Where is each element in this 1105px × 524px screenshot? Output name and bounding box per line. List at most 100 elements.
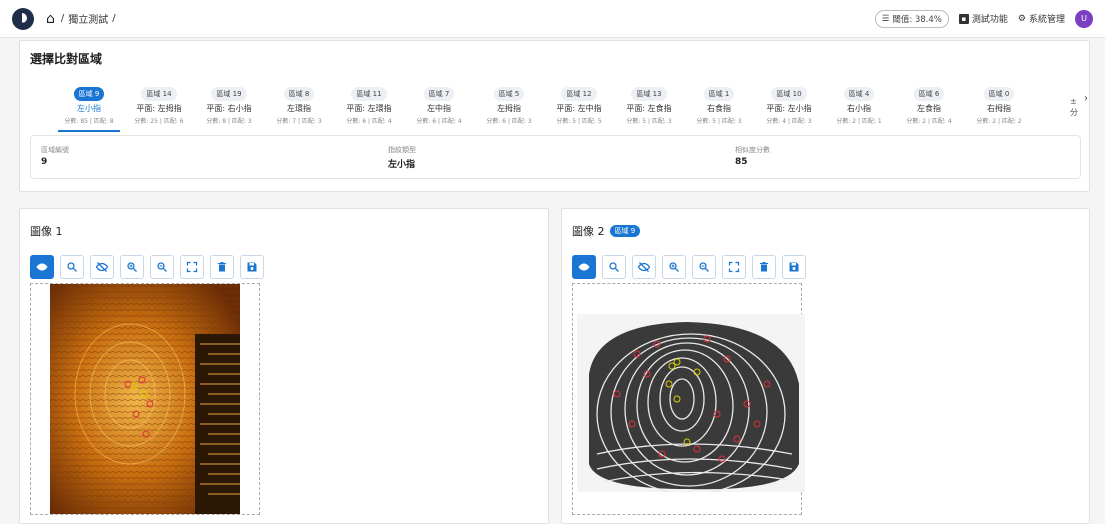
- fullscreen-button[interactable]: [180, 255, 204, 279]
- zoom-search-icon: [66, 261, 78, 273]
- region-tab[interactable]: 區域 0 右拇指 分數: 2 | 匹配: 2: [964, 81, 1034, 131]
- delete-button[interactable]: [210, 255, 234, 279]
- eye-off-icon: [96, 261, 108, 273]
- region-tab[interactable]: 區域 4 右小指 分數: 2 | 匹配: 1: [824, 81, 894, 131]
- region-chip: 區域 13: [631, 87, 667, 101]
- region-score: 分數: 2 | 匹配: 4: [906, 117, 952, 125]
- tab-overflow-text: ± 分: [1070, 97, 1078, 118]
- zoom-out-icon: [698, 261, 710, 273]
- app-logo[interactable]: [12, 7, 34, 30]
- region-badge: 區域 9: [609, 225, 641, 237]
- threshold-pill[interactable]: ☰ 閾值: 38.4%: [874, 9, 949, 28]
- zoom-search-button[interactable]: [60, 255, 84, 279]
- region-finger-name: 左中指: [427, 104, 451, 113]
- save-button[interactable]: [240, 255, 264, 279]
- delete-button[interactable]: [752, 255, 776, 279]
- save-button[interactable]: [782, 255, 806, 279]
- region-chip: 區域 10: [771, 87, 807, 101]
- eye-off-icon: [638, 261, 650, 273]
- region-chip: 區域 0: [983, 87, 1015, 101]
- eye-icon: [578, 261, 590, 273]
- zoom-search-button[interactable]: [602, 255, 626, 279]
- test-icon: ▪: [958, 13, 969, 24]
- zoom-search-icon: [608, 261, 620, 273]
- region-number-value: 9: [41, 157, 48, 167]
- region-info-box: 區域編號 9 指紋類型 左小指 相似度分數 85: [30, 135, 1081, 179]
- region-finger-name: 右拇指: [987, 104, 1011, 113]
- region-chip: 區域 12: [561, 87, 597, 101]
- panel-title: 圖像 2 區域 9: [572, 223, 641, 239]
- finger-type-value: 左小指: [388, 160, 416, 170]
- region-score: 分數: 6 | 匹配: 4: [416, 117, 462, 125]
- image-canvas-1[interactable]: [30, 283, 260, 515]
- threshold-label: 閾值: 38.4%: [892, 14, 942, 25]
- region-tab[interactable]: 區域 12 平面: 左中指 分數: 5 | 匹配: 5: [544, 81, 614, 131]
- image-toolbar-1: [30, 255, 264, 279]
- chevron-right-icon[interactable]: ›: [1084, 93, 1088, 104]
- panel-2-title: 圖像 2: [572, 225, 605, 238]
- region-finger-name: 右食指: [707, 104, 731, 113]
- image-panel-2: 圖像 2 區域 9: [561, 208, 1090, 524]
- region-score: 分數: 25 | 匹配: 6: [134, 117, 184, 125]
- section-title: 選擇比對區域: [30, 52, 103, 66]
- region-finger-name: 左食指: [917, 104, 941, 113]
- test-function-label: 測試功能: [971, 15, 1008, 25]
- finger-type-field: 指紋類型 左小指: [388, 145, 416, 170]
- panel-title: 圖像 1: [30, 223, 63, 239]
- finger-type-label: 指紋類型: [388, 146, 416, 154]
- similarity-value: 85: [735, 157, 748, 167]
- eye-button[interactable]: [30, 255, 54, 279]
- region-tabs: 區域 9 左小指 分數: 85 | 匹配: 8 區域 14 平面: 左拇指 分數: 25 …: [54, 81, 1034, 132]
- home-icon[interactable]: ⌂: [46, 11, 55, 27]
- zoom-out-button[interactable]: [150, 255, 174, 279]
- breadcrumb-separator: /: [60, 13, 65, 24]
- breadcrumb-separator: /: [112, 13, 116, 24]
- region-tab[interactable]: 區域 19 平面: 右小指 分數: 8 | 匹配: 3: [194, 81, 264, 131]
- region-score: 分數: 6 | 匹配: 3: [486, 117, 532, 125]
- region-chip: 區域 14: [141, 87, 177, 101]
- region-tab[interactable]: 區域 6 左食指 分數: 2 | 匹配: 4: [894, 81, 964, 131]
- region-score: 分數: 2 | 匹配: 1: [836, 117, 882, 125]
- zoom-out-button[interactable]: [692, 255, 716, 279]
- zoom-in-button[interactable]: [120, 255, 144, 279]
- delete-icon: [216, 261, 228, 273]
- test-function-button[interactable]: ▪ 測試功能: [958, 12, 1008, 25]
- region-tab[interactable]: 區域 10 平面: 左小指 分數: 4 | 匹配: 3: [754, 81, 824, 131]
- region-tab[interactable]: 區域 11 平面: 左環指 分數: 6 | 匹配: 4: [334, 81, 404, 131]
- region-tab[interactable]: 區域 7 左中指 分數: 6 | 匹配: 4: [404, 81, 474, 131]
- region-finger-name: 左拇指: [497, 104, 521, 113]
- breadcrumb-item[interactable]: 獨立測試: [68, 11, 108, 26]
- zoom-in-icon: [668, 261, 680, 273]
- latent-fingerprint-image: [50, 284, 240, 514]
- zoom-in-button[interactable]: [662, 255, 686, 279]
- fullscreen-button[interactable]: [722, 255, 746, 279]
- similarity-label: 相似度分數: [735, 146, 770, 154]
- region-tab[interactable]: 區域 13 平面: 左食指 分數: 5 | 匹配: 3: [614, 81, 684, 131]
- region-selection-card: 選擇比對區域 區域 9 左小指 分數: 85 | 匹配: 8 區域 14 平面: 左拇指…: [19, 40, 1090, 192]
- eye-off-button[interactable]: [632, 255, 656, 279]
- system-admin-button[interactable]: ⚙ 系統管理: [1017, 12, 1065, 26]
- region-tab[interactable]: 區域 8 左環指 分數: 7 | 匹配: 3: [264, 81, 334, 131]
- region-chip: 區域 11: [351, 87, 387, 101]
- region-finger-name: 平面: 左小指: [766, 104, 812, 113]
- fullscreen-icon: [728, 261, 740, 273]
- region-tab[interactable]: 區域 14 平面: 左拇指 分數: 25 | 匹配: 6: [124, 81, 194, 131]
- top-bar: ⌂ / 獨立測試 / ☰ 閾值: 38.4% ▪ 測試功能 ⚙ 系統管理 U: [0, 0, 1105, 38]
- region-score: 分數: 85 | 匹配: 8: [64, 117, 114, 125]
- save-icon: [788, 261, 800, 273]
- region-score: 分數: 5 | 匹配: 3: [626, 117, 672, 125]
- region-finger-name: 平面: 左食指: [626, 104, 672, 113]
- eye-button[interactable]: [572, 255, 596, 279]
- zoom-in-icon: [126, 261, 138, 273]
- delete-icon: [758, 261, 770, 273]
- eye-off-button[interactable]: [90, 255, 114, 279]
- region-tab[interactable]: 區域 9 左小指 分數: 85 | 匹配: 8: [54, 81, 124, 132]
- panel-1-title: 圖像 1: [30, 225, 63, 238]
- region-tab[interactable]: 區域 1 右食指 分數: 5 | 匹配: 3: [684, 81, 754, 131]
- region-number-field: 區域編號 9: [41, 145, 69, 167]
- avatar[interactable]: U: [1075, 9, 1093, 28]
- image-canvas-2[interactable]: [572, 283, 805, 515]
- eye-icon: [36, 261, 48, 273]
- region-tab[interactable]: 區域 5 左拇指 分數: 6 | 匹配: 3: [474, 81, 544, 131]
- admin-icon: ⚙: [1017, 13, 1026, 24]
